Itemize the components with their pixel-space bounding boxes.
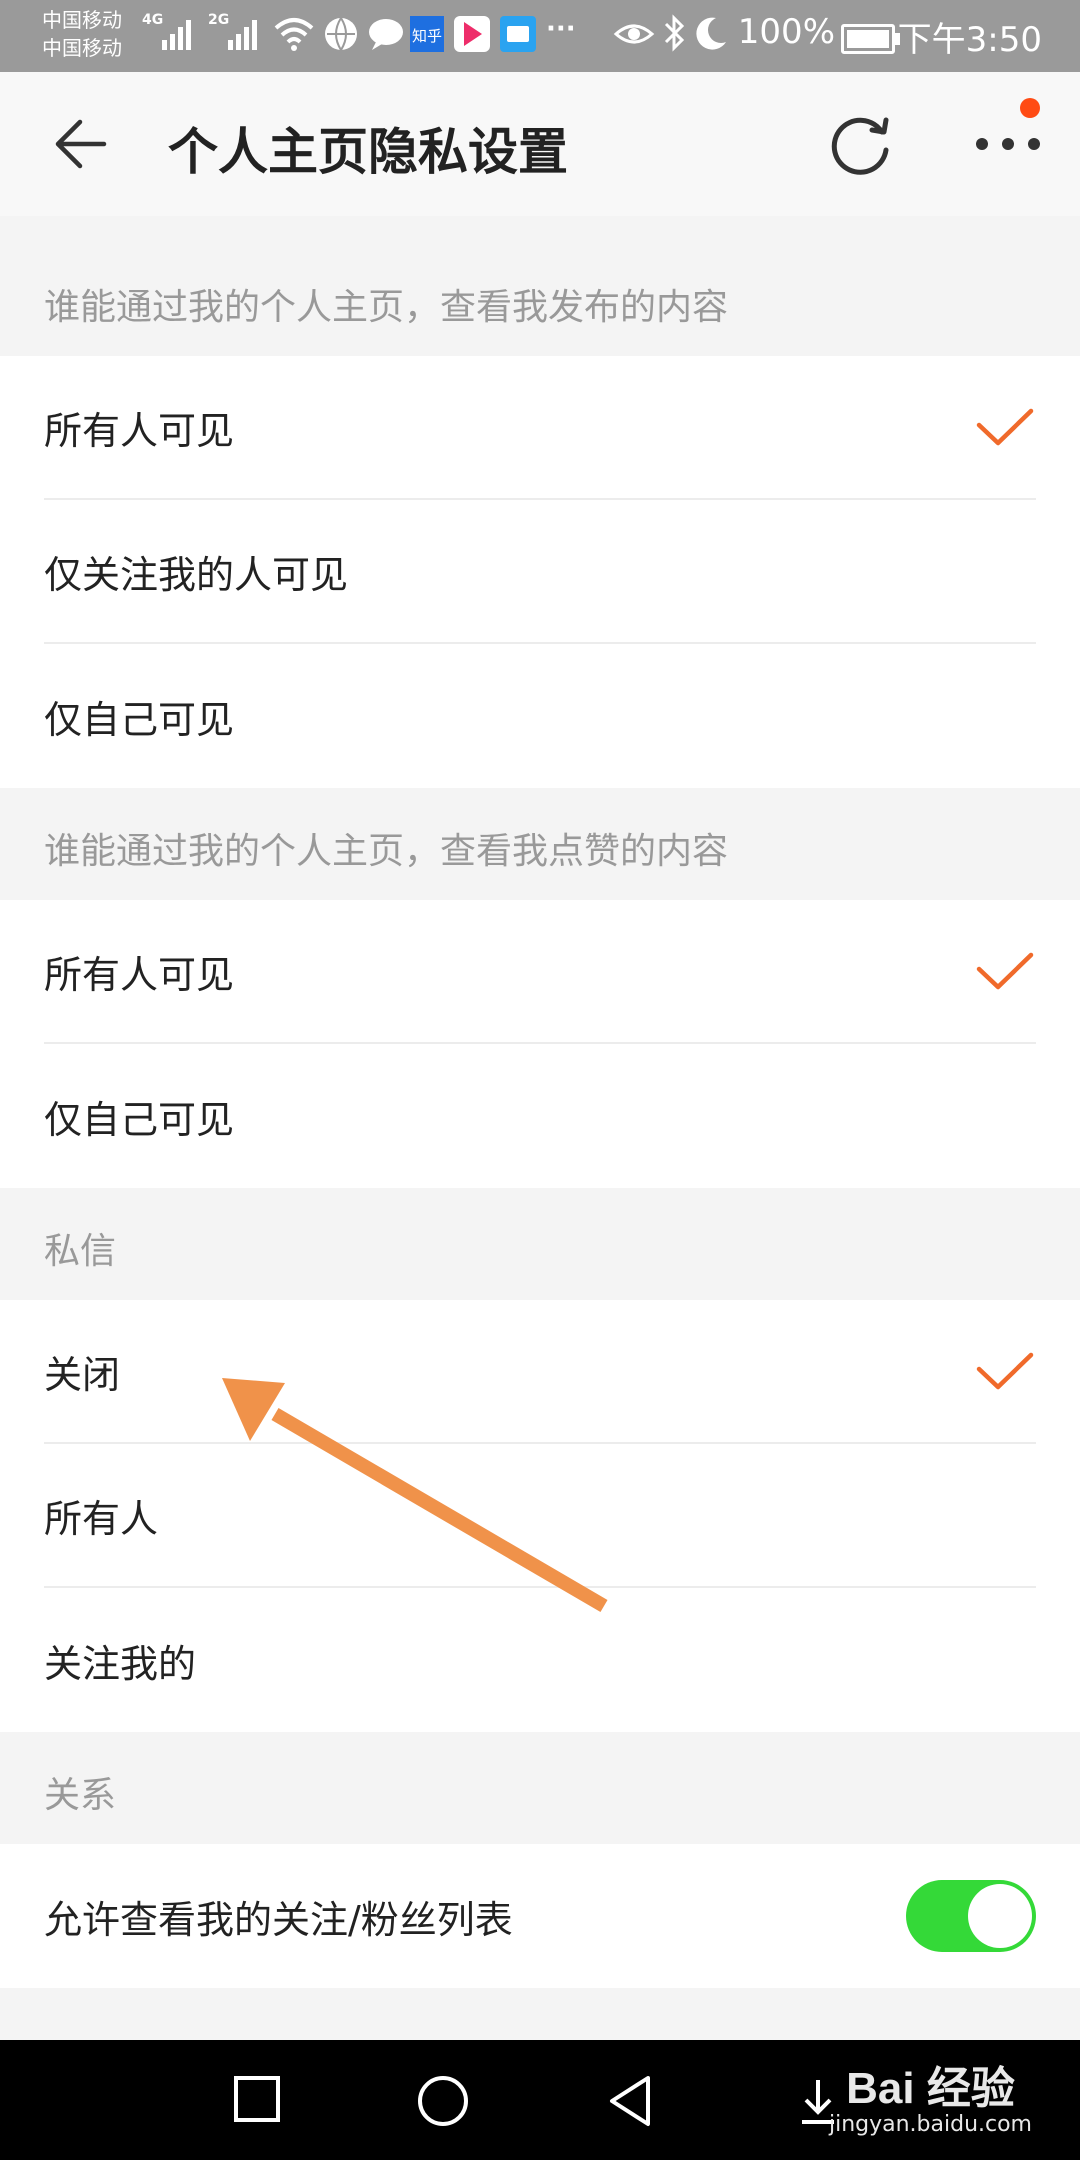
- battery-percent: 100%: [737, 12, 835, 52]
- section-header-posts: 谁能通过我的个人主页，查看我发布的内容: [0, 216, 1080, 356]
- more-notifications: ···: [546, 14, 576, 44]
- video-app-icon: [454, 16, 490, 52]
- home-icon[interactable]: [416, 2074, 470, 2128]
- option-label: 仅自己可见: [44, 1097, 235, 1142]
- option-likes-everyone[interactable]: 所有人可见: [44, 900, 1036, 1044]
- moon-icon: [696, 17, 726, 50]
- option-label: 关注我的: [44, 1641, 197, 1686]
- recent-apps-icon[interactable]: [232, 2074, 282, 2124]
- posts-visibility-group: 所有人可见 仅关注我的人可见 仅自己可见: [0, 356, 1080, 788]
- watermark-sub: jingyan.baidu.com: [828, 2112, 1032, 2137]
- refresh-icon[interactable]: [826, 110, 896, 180]
- tv-app-icon: [500, 16, 536, 52]
- likes-visibility-group: 所有人可见 仅自己可见: [0, 900, 1080, 1188]
- notification-dot: [1020, 98, 1040, 118]
- checkmark-icon: [976, 1352, 1034, 1390]
- zhihu-icon: 知乎: [410, 16, 444, 52]
- carrier-1: 中国移动: [42, 8, 122, 32]
- signal-icon-2: [228, 20, 257, 50]
- option-posts-everyone[interactable]: 所有人可见: [44, 356, 1036, 500]
- eye-comfort-icon: [613, 24, 655, 44]
- section-header-messages: 私信: [0, 1188, 1080, 1300]
- follow-list-toggle[interactable]: [906, 1880, 1036, 1952]
- baidu-watermark: Bai 经验 jingyan.baidu.com: [829, 2052, 1032, 2137]
- option-label: 关闭: [44, 1352, 121, 1397]
- battery-icon: [841, 24, 900, 54]
- carrier-2: 中国移动: [42, 36, 122, 60]
- option-posts-followers[interactable]: 仅关注我的人可见: [44, 500, 1036, 644]
- option-label: 所有人可见: [44, 408, 235, 453]
- toggle-knob: [968, 1884, 1032, 1948]
- globe-icon: [325, 17, 357, 51]
- back-nav-icon[interactable]: [606, 2074, 654, 2128]
- checkmark-icon: [976, 952, 1034, 990]
- title-bar: 个人主页隐私设置: [0, 72, 1080, 216]
- follow-list-visibility-row: 允许查看我的关注/粉丝列表: [44, 1844, 1036, 1988]
- clock: 下午3:50: [897, 20, 1042, 60]
- carrier-labels: 中国移动 中国移动: [42, 6, 122, 62]
- checkmark-icon: [976, 408, 1034, 446]
- option-label: 仅关注我的人可见: [44, 552, 349, 597]
- option-likes-self[interactable]: 仅自己可见: [44, 1044, 1036, 1188]
- option-messages-followers[interactable]: 关注我的: [44, 1588, 1036, 1732]
- signal-icon: [162, 20, 191, 50]
- option-messages-everyone[interactable]: 所有人: [44, 1444, 1036, 1588]
- messages-group: 关闭 所有人 关注我的: [0, 1300, 1080, 1732]
- option-messages-off[interactable]: 关闭: [44, 1300, 1036, 1444]
- option-label: 所有人: [44, 1496, 159, 1541]
- svg-text:知乎: 知乎: [412, 27, 442, 45]
- option-label: 仅自己可见: [44, 697, 235, 742]
- section-header-likes: 谁能通过我的个人主页，查看我点赞的内容: [0, 788, 1080, 900]
- status-bar: 中国移动 中国移动 4G 2G 知乎 ··· 100% 下午3:50: [0, 0, 1080, 72]
- more-options-icon[interactable]: [972, 124, 1044, 164]
- navigation-bar: Bai 经验 jingyan.baidu.com: [0, 2040, 1080, 2160]
- chat-icon: [369, 19, 403, 50]
- back-arrow-icon[interactable]: [52, 118, 108, 170]
- watermark-main: Bai 经验: [846, 2064, 1015, 2113]
- settings-content: 谁能通过我的个人主页，查看我发布的内容 所有人可见 仅关注我的人可见 仅自己可见…: [0, 216, 1080, 2100]
- option-label: 所有人可见: [44, 952, 235, 997]
- page-title: 个人主页隐私设置: [168, 123, 568, 181]
- section-header-relations: 关系: [0, 1732, 1080, 1844]
- bluetooth-icon: [664, 14, 685, 52]
- toggle-label: 允许查看我的关注/粉丝列表: [44, 1897, 513, 1942]
- relations-group: 允许查看我的关注/粉丝列表: [0, 1844, 1080, 1988]
- option-posts-self[interactable]: 仅自己可见: [44, 644, 1036, 788]
- wifi-icon: [274, 18, 314, 51]
